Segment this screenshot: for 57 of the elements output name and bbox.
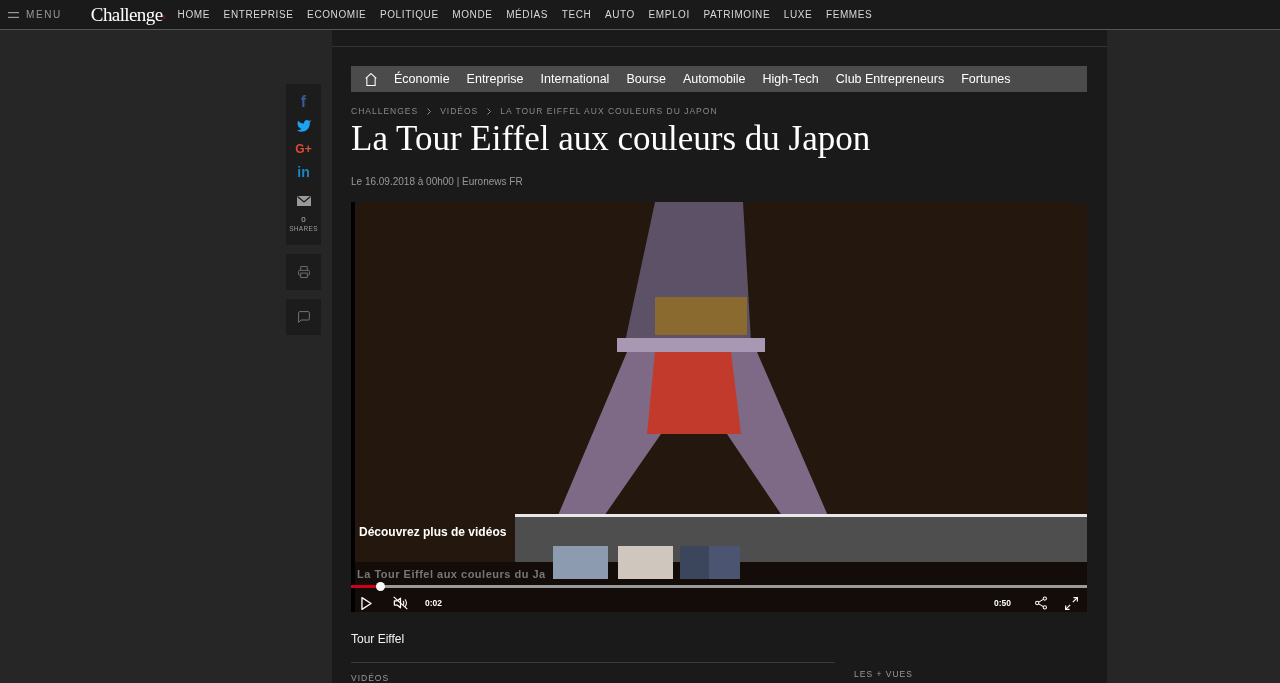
section-nav-link[interactable]: Économie [394,71,450,87]
menu-icon [8,11,19,18]
share-icon[interactable] [1034,596,1048,610]
menu-button[interactable]: MENU [8,9,62,20]
section-nav-link[interactable]: Fortunes [961,71,1011,87]
mail-icon[interactable] [296,196,311,206]
play-icon[interactable] [361,596,372,610]
print-button[interactable] [286,254,321,290]
section-nav-link[interactable]: Automobile [683,71,746,87]
section-nav-link[interactable]: Bourse [626,71,666,87]
video-thumbnail[interactable] [618,546,673,579]
more-videos-label[interactable]: Découvrez plus de vidéos [359,525,507,540]
video-thumbnail[interactable] [553,546,608,579]
video-thumbnail[interactable] [709,546,740,579]
fullscreen-icon[interactable] [1065,596,1078,610]
nav-link[interactable]: FEMMES [825,8,873,21]
home-icon[interactable] [365,72,377,86]
section-nav-link[interactable]: International [540,71,610,87]
video-player[interactable]: Découvrez plus de vidéos La Tour Eiffel aux couleurs du Ja 0:02 0:50 [351,202,1087,612]
video-title: La Tour Eiffel aux couleurs du Ja [357,567,546,581]
google-plus-icon[interactable]: G+ [295,141,312,157]
nav-link[interactable]: ECONOMIE [307,8,367,21]
nav-link[interactable]: MÉDIAS [506,8,549,21]
nav-link[interactable]: TECH [561,8,592,21]
elapsed-time: 0:02 [425,598,442,608]
article-byline: Le 16.09.2018 à 00h00 | Euronews FR [351,175,524,189]
section-nav-link[interactable]: Club Entrepreneurs [835,71,945,87]
linkedin-icon[interactable]: in [297,164,310,180]
video-thumbnail[interactable] [680,546,709,579]
article-title: La Tour Eiffel aux couleurs du Japon [351,119,872,158]
comment-icon [297,311,310,323]
nav-link[interactable]: POLITIQUE [379,8,439,21]
nav-link[interactable]: AUTO [604,8,635,21]
nav-link[interactable]: LUXE [783,8,813,21]
section-heading: LES + VUES [854,669,913,679]
breadcrumb-link[interactable]: CHALLENGES [351,105,419,117]
share-count: 0 [301,215,306,224]
print-icon [297,266,310,278]
chevron-icon [487,107,492,115]
section-nav-link[interactable]: High-Tech [762,71,819,87]
breadcrumb-link[interactable]: VIDÉOS [440,105,479,117]
chevron-icon [427,107,432,115]
nav-link[interactable]: ENTREPRISE [223,8,294,21]
nav-link[interactable]: PATRIMOINE [703,8,771,21]
section-heading: VIDÉOS [351,673,390,683]
nav-link[interactable]: MONDE [452,8,493,21]
nav-link[interactable]: EMPLOI [648,8,690,21]
seek-bar[interactable] [351,582,1087,591]
seek-handle[interactable] [375,582,385,591]
tag-link[interactable]: Tour Eiffel [351,631,405,647]
bird-icon[interactable] [295,119,312,132]
nav-link[interactable]: HOME [177,8,210,21]
section-nav-link[interactable]: Entreprise [466,71,524,87]
video-duration: 0:50 [994,598,1011,608]
mute-icon[interactable] [393,596,408,610]
comment-button[interactable] [286,299,321,335]
breadcrumb-current-page: LA TOUR EIFFEL AUX COULEURS DU JAPON [500,105,718,117]
